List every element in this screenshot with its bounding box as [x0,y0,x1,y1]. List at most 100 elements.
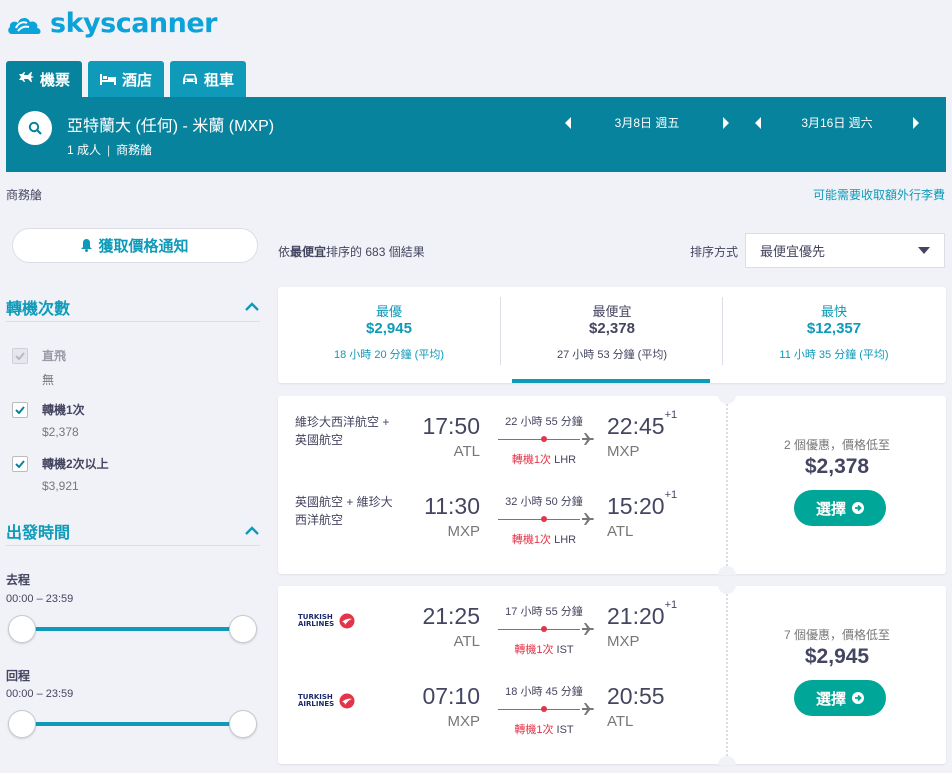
passenger-cabin-summary[interactable]: 1 成人 | 商務艙 [67,141,152,158]
bell-icon [81,239,93,252]
results-sort-word: 最便宜 [290,245,327,259]
arrive-time-wrap: 15:20+1 [607,489,677,520]
arrive-airport: MXP [607,633,640,650]
tab-flights[interactable]: 機票 [6,61,83,97]
car-icon [183,73,198,84]
return-slider-end-handle[interactable] [229,710,257,738]
chevron-up-icon[interactable] [244,299,260,315]
sort-tab-fastest[interactable]: 最快 $12,357 11 小時 35 分鐘 (平均) [723,287,945,383]
sort-tab-label: 最便宜 [592,304,632,319]
stops-info: 轉機1次 LHR [496,531,592,547]
sort-tab-price: $2,378 [589,320,635,337]
price-panel: 2 個優惠，價格低至 $2,378 選擇 [728,396,946,574]
nonstop-label: 直飛 [42,349,67,363]
return-date-control: 3月16日 週六 [752,114,922,131]
select-button[interactable]: 選擇 [794,490,886,526]
sort-select[interactable]: 最便宜優先 [745,233,945,268]
flight-result-card[interactable]: TURKISH AIRLINES 21:25 ATL 17 小時 55 分鐘 轉… [278,585,946,765]
skyscanner-cloud-icon [8,17,41,34]
arrive-time: 22:45 [607,413,665,439]
arrive-airport: MXP [607,443,640,460]
stop-dot [541,626,547,632]
outbound-time-slider[interactable] [22,627,244,631]
chevron-left-icon [565,116,571,129]
caret-down-icon [918,247,930,254]
flight-duration: 32 小時 50 分鐘 [505,496,583,508]
depart-prev-button[interactable] [562,116,574,130]
nonstop-checkbox[interactable] [12,348,28,364]
turkish-airlines-bird-icon [339,693,355,709]
via-airport: IST [556,644,574,656]
sort-tab-duration: 11 小時 35 分鐘 (平均) [779,349,889,361]
checkmark-icon [15,460,25,468]
sort-tab-cheapest[interactable]: 最便宜 $2,378 27 小時 53 分鐘 (平均) [501,287,723,383]
sort-tab-price: $2,945 [366,320,412,337]
flight-result-card[interactable]: 維珍大西洋航空 + 英國航空 17:50 ATL 22 小時 55 分鐘 轉機1… [278,395,946,575]
tab-cars-label: 租車 [204,71,235,89]
via-airport: LHR [554,454,577,466]
route-line [498,629,580,630]
filter-departure-times-header[interactable]: 出發時間 [6,516,260,546]
return-time-slider[interactable] [22,722,244,726]
select-button[interactable]: 選擇 [794,680,886,716]
return-slider-start-handle[interactable] [8,710,36,738]
stops-count: 轉機1次 [511,454,552,466]
baggage-fee-link[interactable]: 可能需要收取額外行李費 [813,186,945,203]
arrive-time-wrap: 21:20+1 [607,599,677,630]
stops-count: 轉機1次 [514,644,554,656]
depart-next-button[interactable] [720,116,732,130]
return-label: 回程 [6,669,31,683]
filter-departure-times-title: 出發時間 [6,524,71,542]
filter-one-stop[interactable]: 轉機1次 $2,378 [12,401,85,439]
tab-cars[interactable]: 租車 [170,61,247,97]
return-date[interactable]: 3月16日 週六 [764,114,910,131]
price: $2,378 [804,455,870,478]
return-prev-button[interactable] [752,116,764,130]
outbound-slider-start-handle[interactable] [8,615,36,643]
filter-stops-header[interactable]: 轉機次數 [6,292,260,322]
filter-two-plus-stops[interactable]: 轉機2次以上 $3,921 [12,455,109,493]
depart-airport: MXP [447,713,480,730]
itinerary[interactable]: TURKISH AIRLINES 21:25 ATL 17 小時 55 分鐘 轉… [278,586,726,764]
arrive-time: 20:55 [607,683,665,709]
sort-tab-price: $12,357 [806,320,862,337]
arrive-time: 15:20 [607,493,665,519]
itinerary[interactable]: 維珍大西洋航空 + 英國航空 17:50 ATL 22 小時 55 分鐘 轉機1… [278,396,726,574]
bed-icon [100,74,117,85]
stops-info: 轉機1次 LHR [496,451,592,467]
search-summary-bar[interactable]: 亞特蘭大 (任何) - 米蘭 (MXP) 1 成人 | 商務艙 3月8日 週五 3月… [6,97,946,172]
skyscanner-logo[interactable]: skyscanner [6,6,218,40]
results-count: 依最便宜排序的 683 個結果 [278,243,425,260]
cabin-class: 商務艙 [116,143,153,157]
depart-time: 21:25 [422,603,480,629]
one-stop-checkbox[interactable] [12,402,28,418]
depart-date[interactable]: 3月8日 週五 [574,114,720,131]
tab-hotels[interactable]: 酒店 [88,61,165,97]
price-alert-button[interactable]: 獲取價格通知 [12,228,258,263]
flight-duration: 22 小時 55 分鐘 [505,416,583,428]
return-next-button[interactable] [910,116,922,130]
chevron-right-icon [723,116,729,129]
sort-tab-best[interactable]: 最優 $2,945 18 小時 20 分鐘 (平均) [278,287,500,383]
two-plus-stops-checkbox[interactable] [12,456,28,472]
outbound-slider-end-handle[interactable] [229,615,257,643]
plane-icon [582,703,594,715]
active-tab-indicator [512,379,710,383]
outbound-label: 去程 [6,573,31,587]
arrive-airport: ATL [607,713,634,730]
stop-dot [541,516,547,522]
logo-text: skyscanner [50,7,218,39]
stops-info: 轉機1次 IST [496,721,592,737]
stop-dot [541,436,547,442]
turkish-airlines-logo: TURKISH AIRLINES [298,693,355,709]
search-button[interactable] [18,111,52,145]
airline-logo-text: TURKISH AIRLINES [298,613,335,628]
chevron-up-icon[interactable] [244,523,260,539]
route-text[interactable]: 亞特蘭大 (任何) - 米蘭 (MXP) [67,112,274,136]
deals-count: 7 個優惠，價格低至 [783,628,890,642]
sort-tab-duration: 27 小時 53 分鐘 (平均) [556,349,668,361]
passenger-count: 1 成人 [67,143,102,157]
filter-nonstop[interactable]: 直飛無 [12,347,66,388]
separator: | [107,143,111,157]
tab-hotels-label: 酒店 [122,71,153,89]
